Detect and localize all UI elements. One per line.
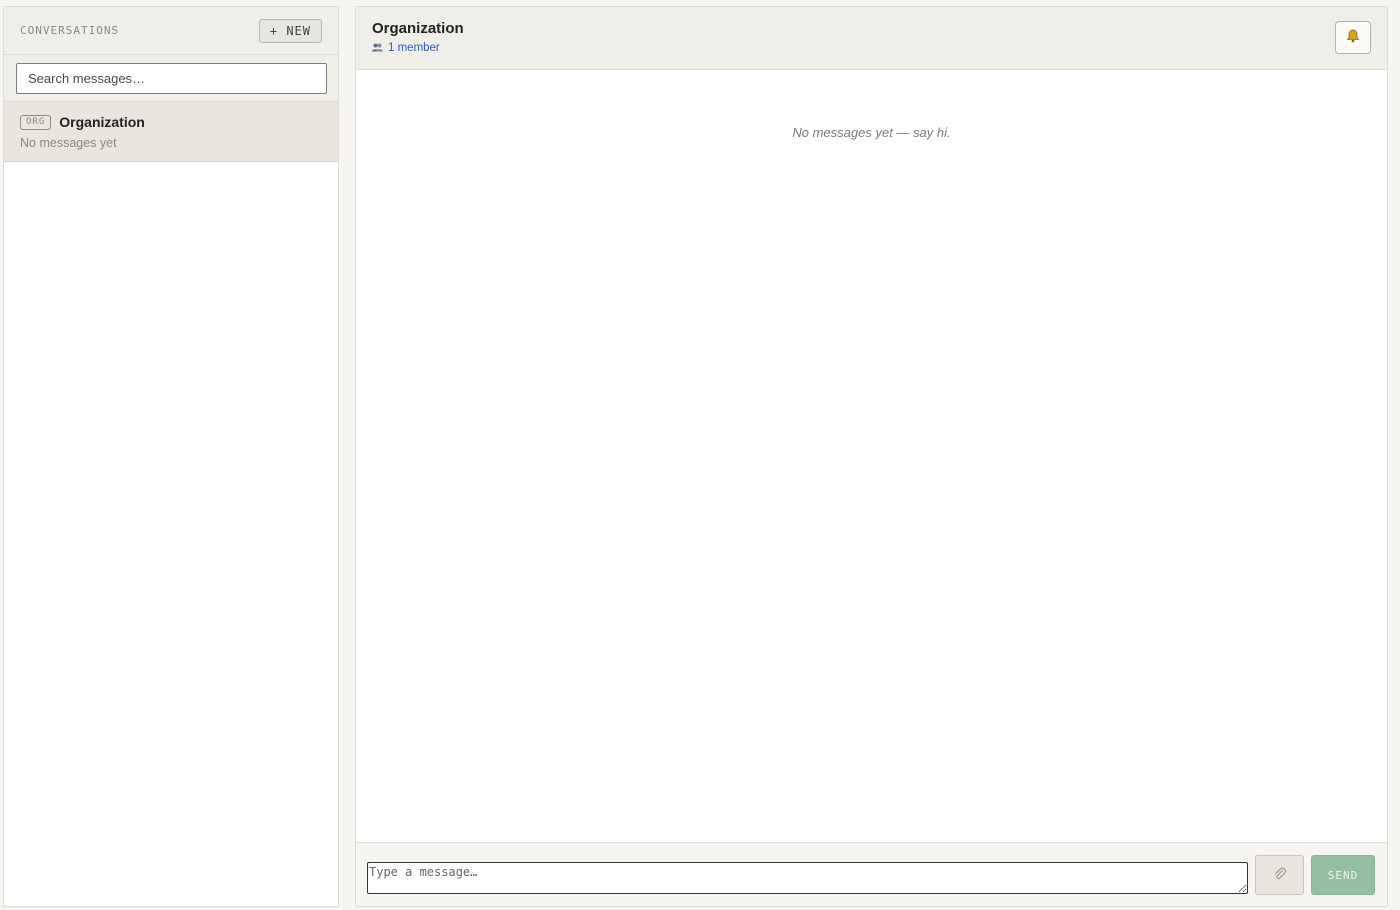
sidebar-title: CONVERSATIONS <box>20 24 120 37</box>
conversation-item-header: ORG Organization <box>20 114 322 130</box>
conversation-name: Organization <box>59 114 145 130</box>
search-bar <box>4 55 338 102</box>
org-badge: ORG <box>20 114 52 130</box>
people-icon <box>372 43 383 54</box>
channel-title: Organization <box>372 20 464 37</box>
sidebar-header: CONVERSATIONS + NEW <box>4 7 338 55</box>
send-button[interactable]: SEND <box>1311 855 1375 895</box>
message-input[interactable] <box>367 862 1248 894</box>
chat-header: Organization 1 member <box>356 7 1387 70</box>
bell-icon <box>1346 29 1360 46</box>
conversation-preview: No messages yet <box>20 136 117 150</box>
members-link[interactable]: 1 member <box>372 42 1371 54</box>
message-composer: SEND <box>356 842 1387 906</box>
members-count: 1 member <box>388 42 440 54</box>
search-messages-input[interactable] <box>16 63 327 94</box>
notifications-button[interactable] <box>1335 21 1371 54</box>
attach-button[interactable] <box>1255 855 1304 895</box>
empty-state-text: No messages yet — say hi. <box>792 125 951 140</box>
paperclip-icon <box>1273 867 1287 884</box>
chat-panel: Organization 1 member No messages yet — … <box>355 6 1388 907</box>
message-list: No messages yet — say hi. <box>356 70 1387 842</box>
conversations-sidebar: CONVERSATIONS + NEW ORG Organization No … <box>3 6 339 907</box>
new-conversation-button[interactable]: + NEW <box>258 18 322 43</box>
conversation-item-organization[interactable]: ORG Organization No messages yet <box>4 102 338 162</box>
